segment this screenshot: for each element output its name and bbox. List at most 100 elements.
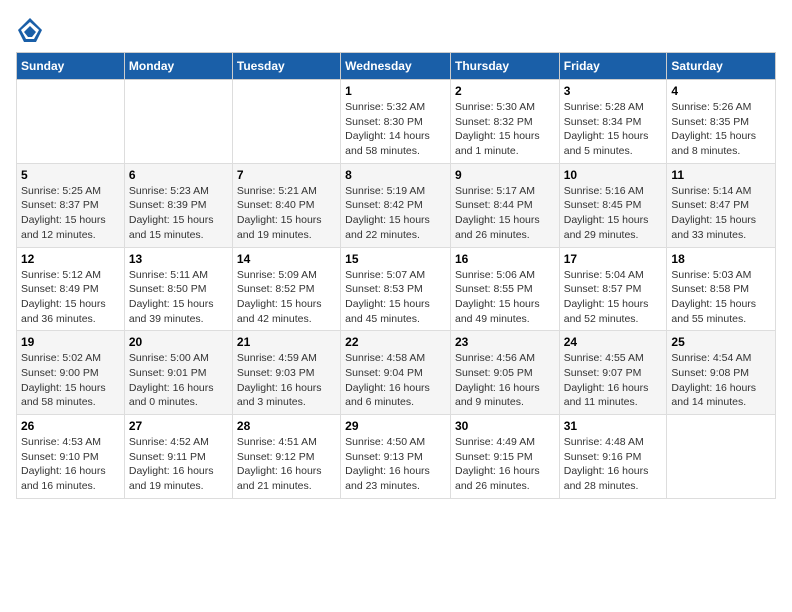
day-number: 25 — [671, 335, 771, 349]
calendar-cell: 4Sunrise: 5:26 AM Sunset: 8:35 PM Daylig… — [667, 80, 776, 164]
header-tuesday: Tuesday — [232, 53, 340, 80]
calendar-cell: 8 Sunrise: 5:19 AM Sunset: 8:42 PM Daylig… — [341, 163, 451, 247]
day-number: 16 — [455, 252, 555, 266]
header-friday: Friday — [559, 53, 667, 80]
calendar-cell: 17 Sunrise: 5:04 AM Sunset: 8:57 PM Dayli… — [559, 247, 667, 331]
day-info: Sunrise: 5:00 AM Sunset: 9:01 PM Dayligh… — [129, 351, 228, 410]
day-number: 29 — [345, 419, 446, 433]
day-number: 7 — [237, 168, 336, 182]
day-number: 26 — [21, 419, 120, 433]
day-info: Sunrise: 5:11 AM Sunset: 8:50 PM Dayligh… — [129, 268, 228, 327]
day-number: 2 — [455, 84, 555, 98]
day-number: 20 — [129, 335, 228, 349]
header-sunday: Sunday — [17, 53, 125, 80]
calendar-cell: 9 Sunrise: 5:17 AM Sunset: 8:44 PM Daylig… — [450, 163, 559, 247]
day-info: Sunrise: 4:56 AM Sunset: 9:05 PM Dayligh… — [455, 351, 555, 410]
day-info: Sunrise: 4:54 AM Sunset: 9:08 PM Dayligh… — [671, 351, 771, 410]
day-number: 4 — [671, 84, 771, 98]
day-info: Sunrise: 5:25 AM Sunset: 8:37 PM Dayligh… — [21, 184, 120, 243]
day-number: 24 — [564, 335, 663, 349]
day-info: Sunrise: 4:59 AM Sunset: 9:03 PM Dayligh… — [237, 351, 336, 410]
day-info: Sunrise: 5:04 AM Sunset: 8:57 PM Dayligh… — [564, 268, 663, 327]
header-thursday: Thursday — [450, 53, 559, 80]
day-info: Sunrise: 4:48 AM Sunset: 9:16 PM Dayligh… — [564, 435, 663, 494]
day-info: Sunrise: 5:03 AM Sunset: 8:58 PM Dayligh… — [671, 268, 771, 327]
day-info: Sunrise: 4:55 AM Sunset: 9:07 PM Dayligh… — [564, 351, 663, 410]
day-number: 15 — [345, 252, 446, 266]
day-info: Sunrise: 5:30 AM Sunset: 8:32 PM Dayligh… — [455, 100, 555, 159]
calendar-cell: 15 Sunrise: 5:07 AM Sunset: 8:53 PM Dayli… — [341, 247, 451, 331]
day-info: Sunrise: 5:02 AM Sunset: 9:00 PM Dayligh… — [21, 351, 120, 410]
day-info: Sunrise: 5:19 AM Sunset: 8:42 PM Dayligh… — [345, 184, 446, 243]
day-info: Sunrise: 5:28 AM Sunset: 8:34 PM Dayligh… — [564, 100, 663, 159]
day-number: 21 — [237, 335, 336, 349]
calendar-cell: 27 Sunrise: 4:52 AM Sunset: 9:11 PM Dayli… — [124, 415, 232, 499]
day-number: 8 — [345, 168, 446, 182]
logo — [16, 16, 48, 44]
calendar-cell: 7 Sunrise: 5:21 AM Sunset: 8:40 PM Daylig… — [232, 163, 340, 247]
calendar-week-5: 26 Sunrise: 4:53 AM Sunset: 9:10 PM Dayli… — [17, 415, 776, 499]
day-info: Sunrise: 4:52 AM Sunset: 9:11 PM Dayligh… — [129, 435, 228, 494]
calendar-cell: 30Sunrise: 4:49 AM Sunset: 9:15 PM Dayli… — [450, 415, 559, 499]
day-info: Sunrise: 4:58 AM Sunset: 9:04 PM Dayligh… — [345, 351, 446, 410]
day-number: 18 — [671, 252, 771, 266]
calendar-cell: 20 Sunrise: 5:00 AM Sunset: 9:01 PM Dayli… — [124, 331, 232, 415]
calendar-week-3: 12 Sunrise: 5:12 AM Sunset: 8:49 PM Dayli… — [17, 247, 776, 331]
calendar-cell — [232, 80, 340, 164]
day-info: Sunrise: 5:12 AM Sunset: 8:49 PM Dayligh… — [21, 268, 120, 327]
day-number: 28 — [237, 419, 336, 433]
calendar-cell: 18 Sunrise: 5:03 AM Sunset: 8:58 PM Dayli… — [667, 247, 776, 331]
page-header — [16, 16, 776, 44]
day-number: 11 — [671, 168, 771, 182]
calendar-week-1: 1Sunrise: 5:32 AM Sunset: 8:30 PM Daylig… — [17, 80, 776, 164]
day-number: 13 — [129, 252, 228, 266]
calendar-header-row: SundayMondayTuesdayWednesdayThursdayFrid… — [17, 53, 776, 80]
day-info: Sunrise: 5:21 AM Sunset: 8:40 PM Dayligh… — [237, 184, 336, 243]
day-info: Sunrise: 5:09 AM Sunset: 8:52 PM Dayligh… — [237, 268, 336, 327]
calendar-cell: 21 Sunrise: 4:59 AM Sunset: 9:03 PM Dayli… — [232, 331, 340, 415]
day-number: 22 — [345, 335, 446, 349]
day-info: Sunrise: 4:50 AM Sunset: 9:13 PM Dayligh… — [345, 435, 446, 494]
day-number: 23 — [455, 335, 555, 349]
calendar-cell — [124, 80, 232, 164]
calendar-cell: 3 Sunrise: 5:28 AM Sunset: 8:34 PM Daylig… — [559, 80, 667, 164]
day-info: Sunrise: 5:07 AM Sunset: 8:53 PM Dayligh… — [345, 268, 446, 327]
calendar-cell: 24 Sunrise: 4:55 AM Sunset: 9:07 PM Dayli… — [559, 331, 667, 415]
day-number: 3 — [564, 84, 663, 98]
day-number: 1 — [345, 84, 446, 98]
calendar-cell — [17, 80, 125, 164]
day-number: 17 — [564, 252, 663, 266]
day-number: 12 — [21, 252, 120, 266]
calendar-cell: 16 Sunrise: 5:06 AM Sunset: 8:55 PM Dayli… — [450, 247, 559, 331]
day-info: Sunrise: 4:51 AM Sunset: 9:12 PM Dayligh… — [237, 435, 336, 494]
calendar-cell: 25 Sunrise: 4:54 AM Sunset: 9:08 PM Dayli… — [667, 331, 776, 415]
day-info: Sunrise: 4:53 AM Sunset: 9:10 PM Dayligh… — [21, 435, 120, 494]
header-monday: Monday — [124, 53, 232, 80]
day-number: 27 — [129, 419, 228, 433]
calendar-cell: 23 Sunrise: 4:56 AM Sunset: 9:05 PM Dayli… — [450, 331, 559, 415]
calendar-cell: 14Sunrise: 5:09 AM Sunset: 8:52 PM Dayli… — [232, 247, 340, 331]
calendar-cell: 31Sunrise: 4:48 AM Sunset: 9:16 PM Dayli… — [559, 415, 667, 499]
header-saturday: Saturday — [667, 53, 776, 80]
calendar-cell: 10 Sunrise: 5:16 AM Sunset: 8:45 PM Dayli… — [559, 163, 667, 247]
calendar-cell: 29 Sunrise: 4:50 AM Sunset: 9:13 PM Dayli… — [341, 415, 451, 499]
calendar-cell: 22 Sunrise: 4:58 AM Sunset: 9:04 PM Dayli… — [341, 331, 451, 415]
day-number: 5 — [21, 168, 120, 182]
day-number: 10 — [564, 168, 663, 182]
calendar-cell: 6 Sunrise: 5:23 AM Sunset: 8:39 PM Daylig… — [124, 163, 232, 247]
calendar-cell — [667, 415, 776, 499]
day-info: Sunrise: 5:06 AM Sunset: 8:55 PM Dayligh… — [455, 268, 555, 327]
calendar-cell: 5 Sunrise: 5:25 AM Sunset: 8:37 PM Daylig… — [17, 163, 125, 247]
day-number: 6 — [129, 168, 228, 182]
calendar-cell: 28 Sunrise: 4:51 AM Sunset: 9:12 PM Dayli… — [232, 415, 340, 499]
day-info: Sunrise: 5:16 AM Sunset: 8:45 PM Dayligh… — [564, 184, 663, 243]
calendar-cell: 12 Sunrise: 5:12 AM Sunset: 8:49 PM Dayli… — [17, 247, 125, 331]
calendar-cell: 26 Sunrise: 4:53 AM Sunset: 9:10 PM Dayli… — [17, 415, 125, 499]
calendar-cell: 13 Sunrise: 5:11 AM Sunset: 8:50 PM Dayli… — [124, 247, 232, 331]
calendar-cell: 2 Sunrise: 5:30 AM Sunset: 8:32 PM Daylig… — [450, 80, 559, 164]
calendar-cell: 11Sunrise: 5:14 AM Sunset: 8:47 PM Dayli… — [667, 163, 776, 247]
day-info: Sunrise: 5:17 AM Sunset: 8:44 PM Dayligh… — [455, 184, 555, 243]
day-number: 9 — [455, 168, 555, 182]
logo-icon — [16, 16, 44, 44]
day-info: Sunrise: 5:23 AM Sunset: 8:39 PM Dayligh… — [129, 184, 228, 243]
